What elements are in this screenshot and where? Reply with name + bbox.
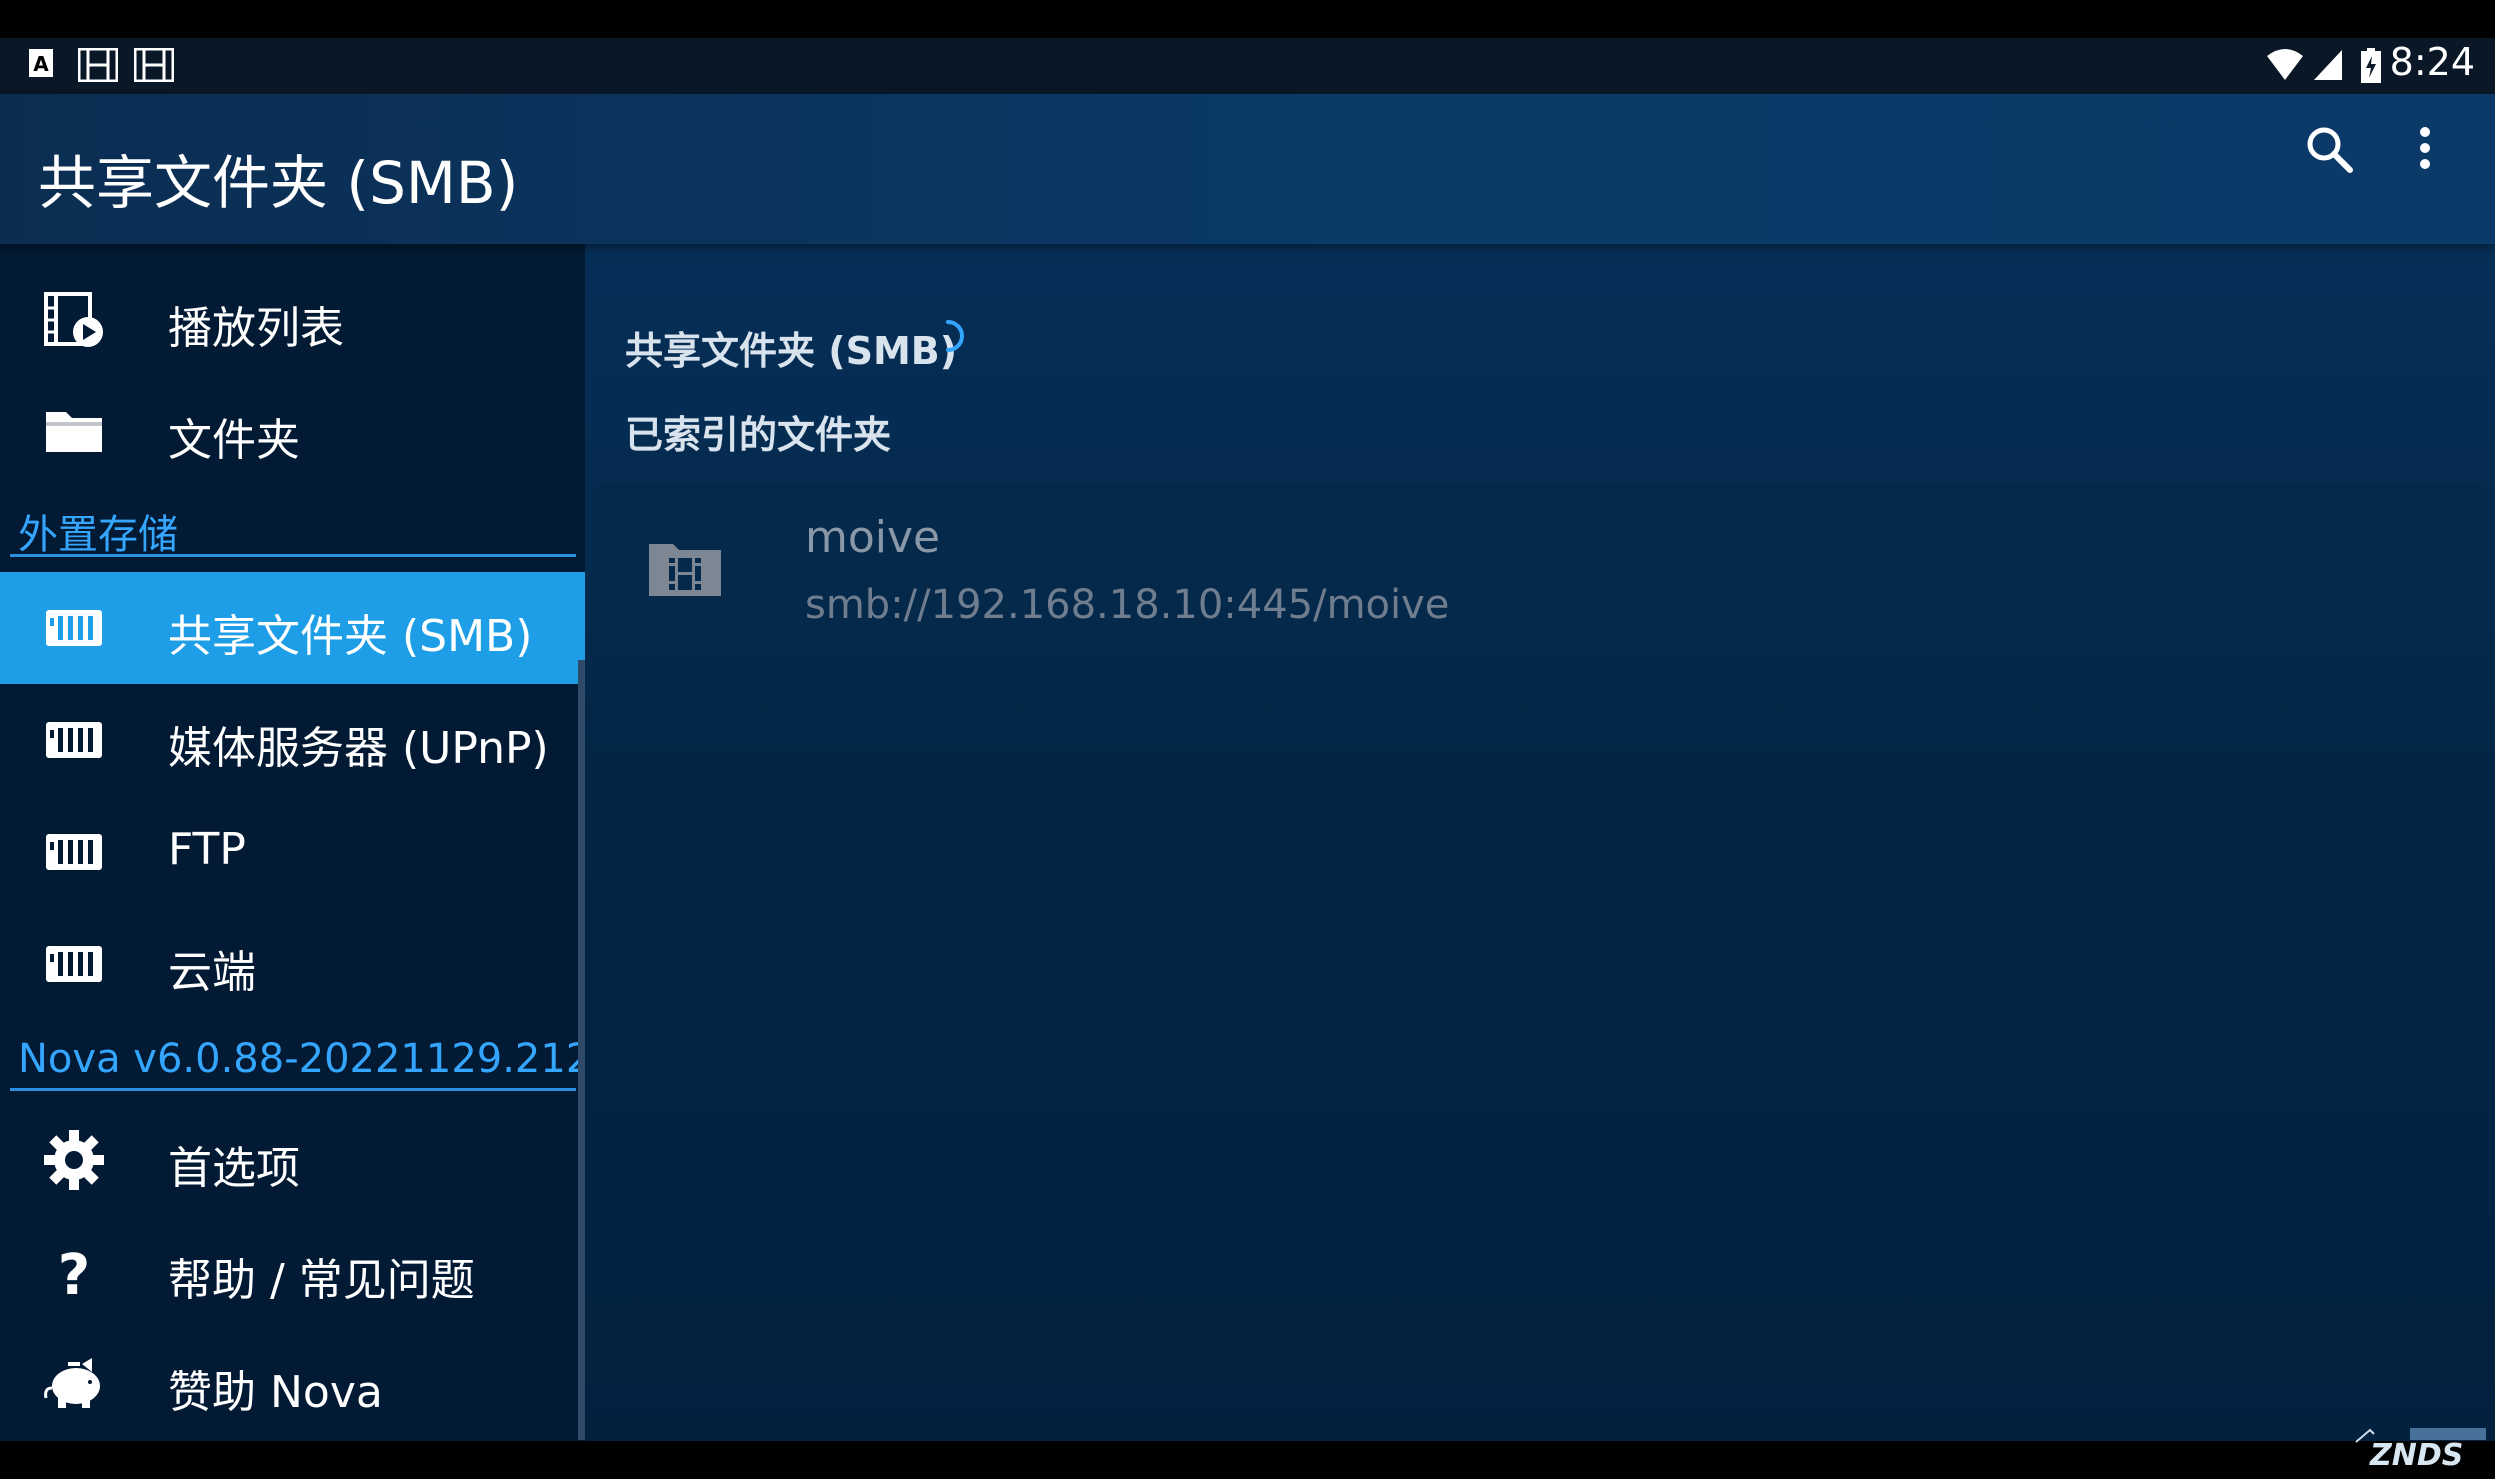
sidebar: 播放列表 文件夹 外置存储 共享文件夹 (SMB) 媒体服务器 (UPnP) F… (0, 244, 617, 1441)
sidebar-item-ftp[interactable]: FTP (0, 796, 585, 908)
bottom-bar (0, 1441, 2495, 1479)
more-vertical-icon[interactable] (2400, 120, 2450, 180)
indexed-folders-label: 已索引的文件夹 (625, 413, 892, 457)
folder-icon (46, 412, 102, 452)
sidebar-item-label: 赞助 Nova (168, 1367, 383, 1418)
network-storage-icon (46, 722, 102, 758)
network-storage-icon (46, 946, 102, 982)
section-divider (10, 554, 576, 557)
sidebar-item-label: FTP (168, 824, 246, 875)
page-title: 共享文件夹 (SMB) (38, 149, 519, 217)
folder-list-item[interactable]: moive smb://192.168.18.10:445/moive (597, 484, 2485, 650)
svg-text:A: A (33, 52, 49, 76)
section-header-external-storage: 外置存储 (18, 512, 178, 558)
battery-charging-icon (2361, 48, 2381, 83)
film-icon (134, 48, 174, 82)
sidebar-item-upnp[interactable]: 媒体服务器 (UPnP) (0, 684, 585, 796)
sidebar-item-label: 文件夹 (168, 415, 300, 466)
film-icon (78, 48, 118, 82)
sidebar-item-label: 首选项 (168, 1143, 300, 1194)
sidebar-item-label: 帮助 / 常见问题 (168, 1255, 475, 1306)
status-bar: A 8:24 (0, 0, 2495, 94)
watermark-text: ZNDS (2370, 1438, 2464, 1473)
question-icon: ? (58, 1243, 90, 1302)
sidebar-item-label: 媒体服务器 (UPnP) (168, 723, 549, 774)
section-divider (10, 1088, 576, 1091)
status-clock: 8:24 (2389, 40, 2475, 84)
folder-path: smb://192.168.18.10:445/moive (805, 582, 1450, 628)
network-storage-icon (46, 610, 102, 646)
loading-spinner-icon (946, 320, 964, 352)
a-box-icon: A (29, 49, 53, 77)
sidebar-item-folder[interactable]: 文件夹 (0, 376, 585, 488)
svg-text:?: ? (58, 1243, 90, 1302)
gear-icon (44, 1130, 104, 1190)
main-content: 共享文件夹 (SMB) 已索引的文件夹 moive smb://192.168.… (585, 244, 2495, 1441)
playlist-icon (44, 292, 103, 347)
status-bar-top-strip (0, 0, 2495, 38)
breadcrumb: 共享文件夹 (SMB) (625, 329, 958, 373)
folder-name: moive (805, 512, 941, 563)
piggy-bank-icon (44, 1358, 100, 1408)
sidebar-item-label: 共享文件夹 (SMB) (168, 611, 533, 662)
sidebar-item-label: 云端 (168, 947, 256, 998)
network-storage-icon (46, 834, 102, 870)
wifi-icon (2267, 49, 2303, 80)
sidebar-item-help[interactable]: ? 帮助 / 常见问题 (0, 1216, 585, 1328)
sidebar-item-donate[interactable]: 赞助 Nova (0, 1328, 585, 1440)
sidebar-item-label: 播放列表 (168, 303, 344, 354)
version-header: Nova v6.0.88-20221129.2124 (18, 1036, 617, 1082)
video-folder-icon (649, 544, 721, 596)
sidebar-item-smb[interactable]: 共享文件夹 (SMB) (0, 572, 585, 684)
app-bar: 共享文件夹 (SMB) (0, 94, 2495, 244)
search-icon[interactable] (2300, 120, 2360, 180)
sidebar-item-cloud[interactable]: 云端 (0, 908, 585, 1020)
sidebar-item-playlist[interactable]: 播放列表 (0, 264, 585, 376)
signal-icon (2314, 50, 2342, 80)
sidebar-item-preferences[interactable]: 首选项 (0, 1104, 585, 1216)
